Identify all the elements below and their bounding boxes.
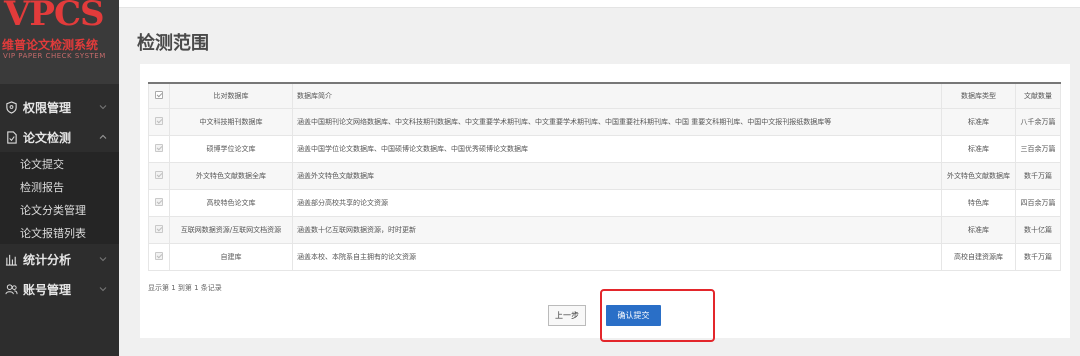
database-table: 比对数据库 数据库简介 数据库类型 文献数量 中文科技期刊数据库 涵盖中国期刊论… — [148, 82, 1061, 271]
db-count: 八千余万篇 — [1015, 107, 1061, 136]
menu-item-paper-check[interactable]: 论文检测 — [0, 122, 119, 152]
column-header: 文献数量 — [1015, 82, 1061, 109]
db-type: 高校自建资源库 — [941, 242, 1016, 271]
previous-step-button[interactable]: 上一步 — [548, 305, 586, 326]
logo: VPCS 维普论文检测系统 VIP PAPER CHECK SYSTEM — [0, 0, 119, 84]
page-title: 检测范围 — [137, 33, 209, 54]
chevron-up-icon — [99, 134, 107, 139]
row-checkbox[interactable] — [148, 161, 170, 190]
table-row: 硕博学位论文库 涵盖中国学位论文数据库、中国硕博论文数据库、中国优秀硕博论文数据… — [148, 134, 1061, 163]
checkbox-icon — [155, 197, 163, 206]
bar-chart-icon — [4, 252, 18, 266]
db-desc: 涵盖中国学位论文数据库、中国硕博论文数据库、中国优秀硕博论文数据库 — [292, 134, 942, 163]
db-type: 标准库 — [941, 107, 1016, 136]
users-icon — [4, 282, 18, 296]
chevron-down-icon — [99, 105, 107, 110]
db-name: 自建库 — [169, 242, 293, 271]
db-count: 三百余万篇 — [1015, 134, 1061, 163]
db-type: 外文特色文献数据库 — [941, 161, 1016, 190]
db-desc: 涵盖部分高校共享的论文资源 — [292, 188, 942, 217]
db-name: 互联网数据资源/互联网文档资源 — [169, 215, 293, 244]
db-type: 标准库 — [941, 134, 1016, 163]
column-header: 比对数据库 — [169, 82, 293, 109]
db-count: 数千万篇 — [1015, 161, 1061, 190]
menu-label: 统计分析 — [23, 252, 72, 267]
db-count: 四百余万篇 — [1015, 188, 1061, 217]
db-count: 数十亿篇 — [1015, 215, 1061, 244]
record-count: 显示第 1 到第 1 条记录 — [148, 284, 222, 292]
logo-title: 维普论文检测系统 — [2, 38, 99, 52]
table-row: 外文特色文献数据全库 涵盖外文特色文献数据库 外文特色文献数据库 数千万篇 — [148, 161, 1061, 190]
db-name: 高校特色论文库 — [169, 188, 293, 217]
top-bar — [119, 0, 1080, 8]
table-row: 高校特色论文库 涵盖部分高校共享的论文资源 特色库 四百余万篇 — [148, 188, 1061, 217]
menu-label: 权限管理 — [23, 100, 72, 115]
table-header-row: 比对数据库 数据库简介 数据库类型 文献数量 — [148, 82, 1061, 109]
chevron-down-icon — [99, 257, 107, 262]
table-row: 中文科技期刊数据库 涵盖中国期刊论文网络数据库、中文科技期刊数据库、中文重要学术… — [148, 107, 1061, 136]
db-desc: 涵盖外文特色文献数据库 — [292, 161, 942, 190]
shield-icon — [4, 100, 18, 114]
menu-item-permissions[interactable]: 权限管理 — [0, 92, 119, 122]
checkbox-icon — [155, 116, 163, 125]
menu-item-accounts[interactable]: 账号管理 — [0, 274, 119, 304]
db-name: 硕博学位论文库 — [169, 134, 293, 163]
row-checkbox[interactable] — [148, 107, 170, 136]
menu-item-statistics[interactable]: 统计分析 — [0, 244, 119, 274]
side-menu: 权限管理 论文检测 论文提交 检测报告 论文分类管理 论文报错列表 统计分析 账… — [0, 92, 119, 304]
db-name: 外文特色文献数据全库 — [169, 161, 293, 190]
menu-label: 账号管理 — [23, 282, 72, 297]
db-count: 数千万篇 — [1015, 242, 1061, 271]
checkbox-icon — [155, 90, 163, 99]
table-row: 自建库 涵盖本校、本院系自主拥有的论文资源 高校自建资源库 数千万篇 — [148, 242, 1061, 271]
db-type: 特色库 — [941, 188, 1016, 217]
submenu-item-error-list[interactable]: 论文报错列表 — [0, 221, 119, 244]
sidebar: VPCS 维普论文检测系统 VIP PAPER CHECK SYSTEM 权限管… — [0, 0, 119, 356]
row-checkbox[interactable] — [148, 134, 170, 163]
db-desc: 涵盖中国期刊论文网络数据库、中文科技期刊数据库、中文重要学术期刊库、中文重要学术… — [292, 107, 942, 136]
checkbox-icon — [155, 224, 163, 233]
db-name: 中文科技期刊数据库 — [169, 107, 293, 136]
submenu-item-check-report[interactable]: 检测报告 — [0, 175, 119, 198]
highlight-box — [600, 289, 715, 342]
select-all-checkbox[interactable] — [148, 82, 170, 109]
checkbox-icon — [155, 170, 163, 179]
submenu-item-category-manage[interactable]: 论文分类管理 — [0, 198, 119, 221]
submenu-paper-check: 论文提交 检测报告 论文分类管理 论文报错列表 — [0, 152, 119, 244]
submenu-item-submit-paper[interactable]: 论文提交 — [0, 152, 119, 175]
table-row: 互联网数据资源/互联网文档资源 涵盖数十亿互联网数据资源，时时更新 标准库 数十… — [148, 215, 1061, 244]
row-checkbox[interactable] — [148, 215, 170, 244]
chevron-down-icon — [99, 287, 107, 292]
row-checkbox[interactable] — [148, 188, 170, 217]
logo-subtitle: VIP PAPER CHECK SYSTEM — [3, 52, 106, 60]
db-type: 标准库 — [941, 215, 1016, 244]
menu-label: 论文检测 — [23, 130, 72, 145]
checkbox-icon — [155, 143, 163, 152]
db-desc: 涵盖本校、本院系自主拥有的论文资源 — [292, 242, 942, 271]
db-desc: 涵盖数十亿互联网数据资源，时时更新 — [292, 215, 942, 244]
column-header: 数据库类型 — [941, 82, 1016, 109]
column-header: 数据库简介 — [292, 82, 942, 109]
document-check-icon — [4, 130, 18, 144]
logo-mark: VPCS — [4, 0, 105, 34]
row-checkbox[interactable] — [148, 242, 170, 271]
checkbox-icon — [155, 251, 163, 260]
